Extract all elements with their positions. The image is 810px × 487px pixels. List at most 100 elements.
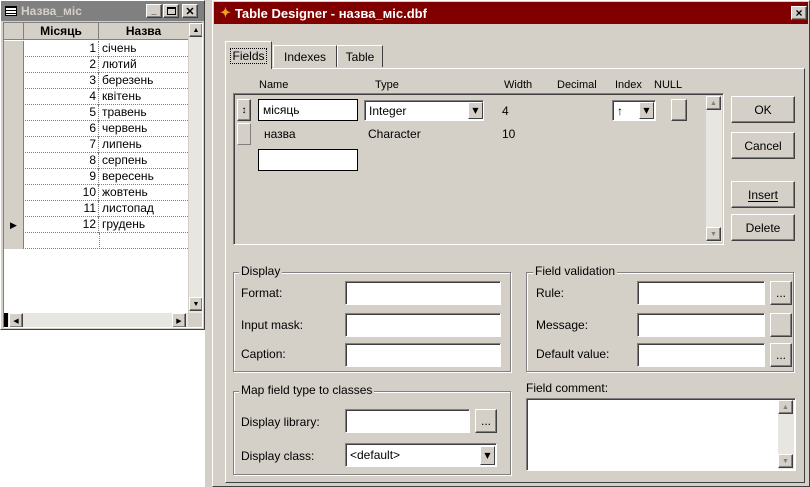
display-library-builder-button[interactable]: ... (475, 409, 497, 433)
input-mask-input[interactable] (345, 313, 501, 337)
size-grip[interactable] (188, 313, 202, 327)
minimize-button[interactable]: _ (146, 4, 162, 18)
row-selector[interactable] (4, 137, 24, 153)
column-header-month[interactable]: Місяць (24, 23, 99, 40)
display-library-input[interactable] (345, 409, 470, 433)
designer-title-bar[interactable]: ✦ Table Designer - назва_міс.dbf (214, 2, 808, 24)
cell-name[interactable]: березень (99, 73, 188, 89)
new-field-input[interactable] (258, 149, 358, 171)
row-selector[interactable] (4, 41, 24, 57)
comment-scroll-down[interactable]: ▼ (778, 454, 793, 468)
table-row[interactable]: 11 листопад (4, 201, 188, 217)
field-name-2[interactable]: назва (264, 127, 296, 141)
ok-button[interactable]: OK (731, 96, 795, 123)
cancel-button[interactable]: Cancel (731, 132, 795, 159)
field-name-input[interactable]: місяць (258, 99, 358, 121)
default-value-builder-button[interactable]: ... (770, 343, 792, 367)
cell-month[interactable]: 5 (24, 105, 99, 121)
cell-name[interactable]: травень (99, 105, 188, 121)
partition-marker[interactable] (4, 313, 8, 327)
delete-button[interactable]: Delete (731, 214, 795, 241)
cell-month[interactable]: 6 (24, 121, 99, 137)
cell-month[interactable]: 1 (24, 41, 99, 57)
table-row[interactable]: 6 червень (4, 121, 188, 137)
message-builder-button[interactable] (770, 313, 792, 337)
cell-month[interactable]: 3 (24, 73, 99, 89)
row-selector[interactable] (4, 201, 24, 217)
scroll-right-button[interactable]: ▶ (172, 313, 186, 327)
cell-month[interactable]: 8 (24, 153, 99, 169)
table-row[interactable]: 1 січень (4, 41, 188, 57)
cell-month[interactable]: 12 (24, 217, 99, 233)
rule-input[interactable] (637, 281, 765, 305)
maximize-button[interactable] (163, 4, 179, 18)
cell-month[interactable]: 4 (24, 89, 99, 105)
cell-name[interactable]: серпень (99, 153, 188, 169)
cell-month[interactable]: 2 (24, 57, 99, 73)
row-selector[interactable] (4, 73, 24, 89)
tab-fields[interactable]: Fields (225, 41, 272, 69)
table-row[interactable]: 9 вересень (4, 169, 188, 185)
horizontal-scrollbar[interactable]: ◀ ▶ (4, 313, 188, 327)
cell-name[interactable]: листопад (99, 201, 188, 217)
column-header-name[interactable]: Назва (99, 23, 188, 40)
row-selector[interactable] (4, 233, 24, 249)
cell-name[interactable]: липень (99, 137, 188, 153)
type-dropdown-button[interactable]: ▼ (468, 102, 483, 119)
cell-name[interactable]: січень (99, 41, 188, 57)
comment-scroll-up[interactable]: ▲ (778, 400, 793, 414)
table-row[interactable]: ▶ 12 грудень (4, 217, 188, 233)
row-selector[interactable] (4, 185, 24, 201)
scroll-up-button[interactable]: ▲ (189, 23, 202, 37)
cell-month[interactable]: 7 (24, 137, 99, 153)
cell-month[interactable]: 9 (24, 169, 99, 185)
fields-scrollbar[interactable]: ▲ ▼ (706, 96, 722, 242)
row-2-selector[interactable] (237, 123, 251, 145)
display-class-dropdown-button[interactable]: ▼ (480, 446, 495, 465)
designer-close-button[interactable]: × (791, 6, 807, 20)
close-button[interactable]: ✕ (182, 4, 198, 18)
field-type-select[interactable]: Integer (364, 100, 484, 121)
table-row[interactable]: 2 лютий (4, 57, 188, 73)
cell-name[interactable]: жовтень (99, 185, 188, 201)
display-class-select[interactable]: <default> (345, 443, 497, 467)
field-comment-textarea[interactable]: ▲ ▼ (526, 398, 796, 471)
field-type-2[interactable]: Character (368, 127, 421, 141)
cell-name[interactable]: лютий (99, 57, 188, 73)
row-selector[interactable] (4, 121, 24, 137)
row-selector[interactable] (4, 57, 24, 73)
rule-builder-button[interactable]: ... (770, 281, 792, 305)
table-row[interactable]: 5 травень (4, 105, 188, 121)
row-selector[interactable] (4, 169, 24, 185)
row-selector[interactable] (4, 89, 24, 105)
scroll-left-button[interactable]: ◀ (9, 313, 23, 327)
cell-name[interactable]: грудень (99, 217, 188, 233)
format-input[interactable] (345, 281, 501, 305)
cell-name[interactable]: квітень (99, 89, 188, 105)
cell-name[interactable]: вересень (99, 169, 188, 185)
field-width-value[interactable]: 4 (502, 104, 509, 118)
fields-scroll-up[interactable]: ▲ (706, 96, 721, 110)
field-width-2[interactable]: 10 (502, 127, 515, 141)
index-dropdown-button[interactable]: ▼ (639, 102, 654, 119)
table-row[interactable]: 10 жовтень (4, 185, 188, 201)
null-toggle-button[interactable] (671, 99, 687, 121)
cell-month[interactable]: 11 (24, 201, 99, 217)
tab-indexes[interactable]: Indexes (273, 45, 337, 67)
row-selector[interactable] (4, 105, 24, 121)
table-row[interactable]: 3 березень (4, 73, 188, 89)
cell-month[interactable]: 10 (24, 185, 99, 201)
insert-button[interactable]: Insert (731, 181, 795, 208)
tab-table[interactable]: Table (337, 45, 383, 67)
fields-scroll-down[interactable]: ▼ (706, 227, 721, 241)
vertical-scrollbar[interactable]: ▲ ▼ (188, 23, 202, 313)
row-mover-button[interactable]: ↕ (237, 99, 251, 121)
caption-input[interactable] (345, 343, 501, 367)
comment-scrollbar[interactable]: ▲ ▼ (778, 400, 794, 469)
table-row[interactable]: 4 квітень (4, 89, 188, 105)
current-row-pointer-icon[interactable]: ▶ (4, 217, 24, 233)
table-row[interactable]: 8 серпень (4, 153, 188, 169)
scroll-down-button[interactable]: ▼ (189, 297, 202, 311)
row-selector[interactable] (4, 153, 24, 169)
default-value-input[interactable] (637, 343, 765, 367)
